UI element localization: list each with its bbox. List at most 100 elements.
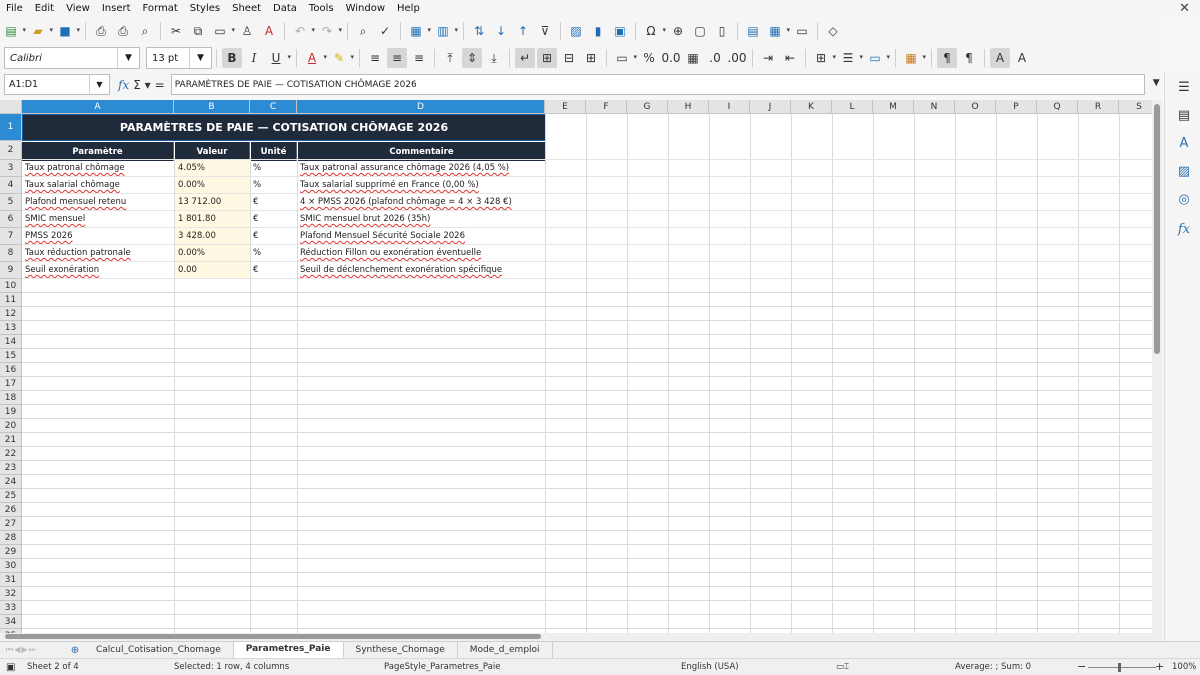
print-preview-icon[interactable]: ⌕ (135, 21, 155, 41)
zoom-level[interactable]: 100% (1172, 662, 1196, 672)
row-header-5[interactable]: 5 (0, 194, 22, 211)
cell-unit[interactable]: % (251, 160, 297, 176)
zoom-out-icon[interactable]: − (1077, 660, 1086, 673)
spelling-icon[interactable]: ✓ (375, 21, 395, 41)
cell-comment[interactable]: SMIC mensuel brut 2026 (35h) (298, 211, 545, 227)
sidebar-menu-icon[interactable]: ☰ (1175, 78, 1193, 96)
cell-comment[interactable]: Réduction Fillon ou exonération éventuel… (298, 245, 545, 261)
row-header-31[interactable]: 31 (0, 573, 22, 587)
column-icon[interactable]: ▥ (433, 21, 458, 41)
spreadsheet-grid[interactable]: PARAMÈTRES DE PAIE — COTISATION CHÔMAGE … (0, 100, 1162, 633)
column-header-m[interactable]: M (873, 100, 914, 114)
menu-item-edit[interactable]: Edit (29, 3, 60, 14)
sort-descending-icon[interactable]: ↑ (513, 21, 533, 41)
cell-comment[interactable]: Seuil de déclenchement exonération spéci… (298, 262, 545, 278)
comment-icon[interactable]: ▢ (690, 21, 710, 41)
cell-unit[interactable]: € (251, 228, 297, 244)
cell-param[interactable]: SMIC mensuel (23, 211, 174, 227)
font-color-icon[interactable]: A (302, 48, 327, 68)
pivot-table-icon[interactable]: ▣ (610, 21, 630, 41)
special-character-icon[interactable]: Ω (641, 21, 666, 41)
font-name-box[interactable]: Calibri ▼ (4, 47, 140, 69)
tab-navigation-arrows[interactable]: ⏮◀▶⏭ (0, 645, 66, 655)
open-folder-icon[interactable]: ▰ (28, 21, 53, 41)
chevron-down-icon[interactable]: ▼ (89, 75, 109, 94)
add-decimal-icon[interactable]: .0 (705, 48, 725, 68)
align-top-icon[interactable]: ⤒ (440, 48, 460, 68)
row-header-34[interactable]: 34 (0, 615, 22, 629)
chevron-down-icon[interactable]: ▼ (117, 48, 139, 68)
row-header-1[interactable]: 1 (0, 114, 22, 141)
cell-param[interactable]: Taux réduction patronale (23, 245, 174, 261)
cell-comment[interactable]: Plafond Mensuel Sécurité Sociale 2026 (298, 228, 545, 244)
cut-icon[interactable]: ✂ (166, 21, 186, 41)
increase-indent-icon[interactable]: ⇥ (758, 48, 778, 68)
menu-item-tools[interactable]: Tools (303, 3, 340, 14)
merge-cells-icon[interactable]: ⊟ (559, 48, 579, 68)
functions-icon[interactable]: fx (1175, 220, 1193, 238)
row-header-2[interactable]: 2 (0, 141, 22, 160)
conditional-format-icon[interactable]: ▦ (901, 48, 926, 68)
cell-unit[interactable]: € (251, 211, 297, 227)
hyperlink-icon[interactable]: ⊕ (668, 21, 688, 41)
row-header-17[interactable]: 17 (0, 377, 22, 391)
export-pdf-icon[interactable]: ⎙ (91, 21, 111, 41)
column-header-r[interactable]: R (1078, 100, 1119, 114)
text-direction-tb-icon[interactable]: A (1012, 48, 1032, 68)
menu-item-view[interactable]: View (60, 3, 96, 14)
clone-formatting-icon[interactable]: ♙ (237, 21, 257, 41)
underline-button[interactable]: U (266, 48, 291, 68)
row-header-11[interactable]: 11 (0, 293, 22, 307)
cell-param[interactable]: PMSS 2026 (23, 228, 174, 244)
new-document-icon[interactable]: ▤ (1, 21, 26, 41)
row-header-21[interactable]: 21 (0, 433, 22, 447)
formula-input[interactable]: PARAMÈTRES DE PAIE — COTISATION CHÔMAGE … (170, 74, 1160, 95)
cell-comment[interactable]: 4 × PMSS 2026 (plafond chômage = 4 × 3 4… (298, 194, 545, 210)
row-header-33[interactable]: 33 (0, 601, 22, 615)
column-header-g[interactable]: G (627, 100, 668, 114)
italic-button[interactable]: I (244, 48, 264, 68)
scrollbar-thumb[interactable] (5, 634, 541, 639)
row-header-4[interactable]: 4 (0, 177, 22, 194)
autofilter-icon[interactable]: ⊽ (535, 21, 555, 41)
clear-formatting-icon[interactable]: A (259, 21, 279, 41)
zoom-in-icon[interactable]: + (1155, 660, 1164, 673)
menu-item-styles[interactable]: Styles (184, 3, 226, 14)
define-print-area-icon[interactable]: ▤ (743, 21, 763, 41)
align-middle-icon[interactable]: ⇕ (462, 48, 482, 68)
row-header-8[interactable]: 8 (0, 245, 22, 262)
cell-param[interactable]: Taux salarial chômage (23, 177, 174, 193)
cell-param[interactable]: Plafond mensuel retenu (23, 194, 174, 210)
wrap-text-icon[interactable]: ↵ (515, 48, 535, 68)
border-style-icon[interactable]: ☰ (838, 48, 863, 68)
column-header-c[interactable]: C (250, 100, 297, 114)
navigator-icon[interactable]: ◎ (1175, 190, 1193, 208)
insert-chart-icon[interactable]: ▮ (588, 21, 608, 41)
row-header-22[interactable]: 22 (0, 447, 22, 461)
row-header-28[interactable]: 28 (0, 531, 22, 545)
paste-icon[interactable]: ▭ (210, 21, 235, 41)
decrease-indent-icon[interactable]: ⇤ (780, 48, 800, 68)
cell-unit[interactable]: € (251, 194, 297, 210)
column-header-q[interactable]: Q (1037, 100, 1078, 114)
cell-value[interactable]: 0.00 (175, 262, 250, 278)
borders-icon[interactable]: ⊞ (811, 48, 836, 68)
row-header-6[interactable]: 6 (0, 211, 22, 228)
show-draw-functions-icon[interactable]: ◇ (823, 21, 843, 41)
gallery-icon[interactable]: ▨ (1175, 162, 1193, 180)
zoom-slider-knob[interactable] (1118, 663, 1121, 672)
cell-value[interactable]: 1 801.80 (175, 211, 250, 227)
print-icon[interactable]: ⎙ (113, 21, 133, 41)
save-icon[interactable]: ■ (55, 21, 80, 41)
align-left-icon[interactable]: ≡ (365, 48, 385, 68)
column-header-i[interactable]: I (709, 100, 750, 114)
currency-format-icon[interactable]: ▭ (612, 48, 637, 68)
row-header-12[interactable]: 12 (0, 307, 22, 321)
cell-param[interactable]: Seuil exonération (23, 262, 174, 278)
column-header-e[interactable]: E (545, 100, 586, 114)
vertical-scrollbar[interactable] (1152, 100, 1162, 633)
properties-icon[interactable]: ▤ (1175, 106, 1193, 124)
status-language[interactable]: English (USA) (681, 662, 739, 672)
row-header-14[interactable]: 14 (0, 335, 22, 349)
sort-ascending-icon[interactable]: ↓ (491, 21, 511, 41)
